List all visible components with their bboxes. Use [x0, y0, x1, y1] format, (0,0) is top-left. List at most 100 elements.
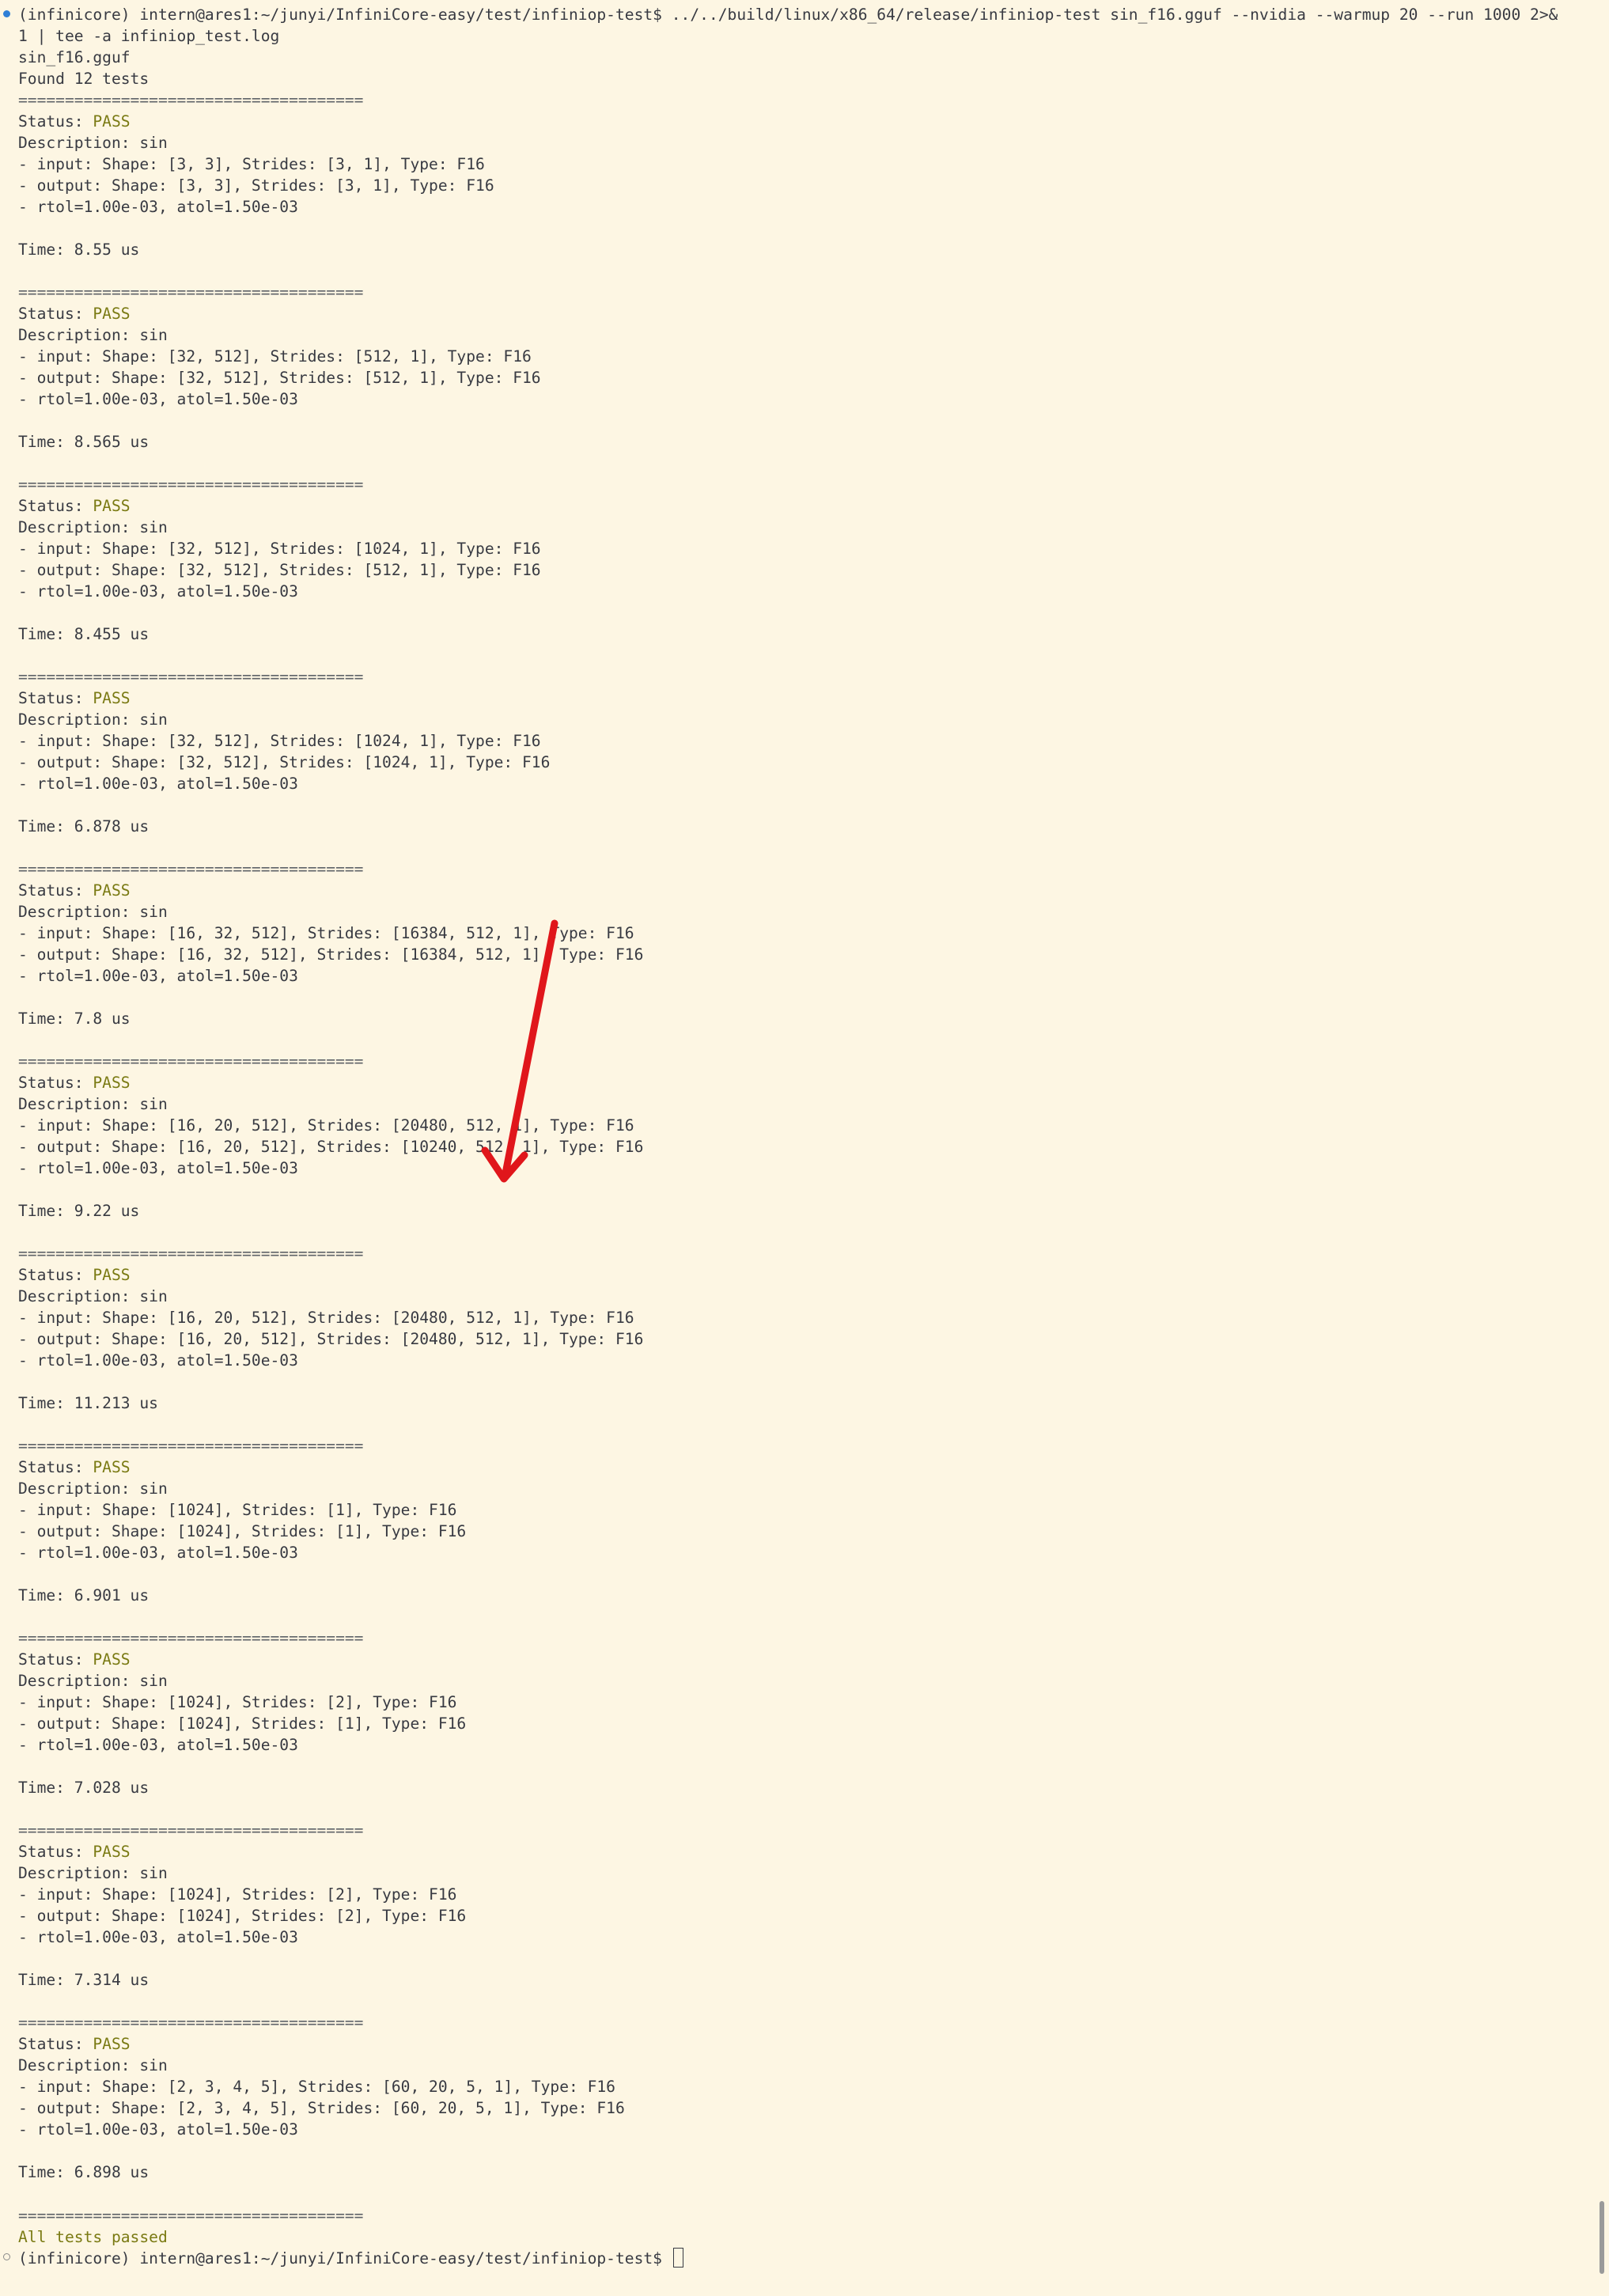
- test-tolerance: - rtol=1.00e-03, atol=1.50e-03: [18, 775, 298, 793]
- test-output-spec: - output: Shape: [16, 20, 512], Strides:…: [18, 1138, 644, 1156]
- test-separator: =====================================: [18, 1629, 364, 1647]
- test-tolerance: - rtol=1.00e-03, atol=1.50e-03: [18, 967, 298, 985]
- test-tolerance: - rtol=1.00e-03, atol=1.50e-03: [18, 1351, 298, 1370]
- test-tolerance: - rtol=1.00e-03, atol=1.50e-03: [18, 390, 298, 408]
- test-input-spec: - input: Shape: [3, 3], Strides: [3, 1],…: [18, 155, 485, 173]
- status-label: Status:: [18, 881, 93, 900]
- test-separator: =====================================: [18, 860, 364, 878]
- test-input-spec: - input: Shape: [16, 20, 512], Strides: …: [18, 1116, 634, 1135]
- test-separator: =====================================: [18, 1052, 364, 1070]
- command-text: ../../build/linux/x86_64/release/infinio…: [671, 6, 1558, 24]
- test-status: Status: PASS: [18, 1264, 131, 1286]
- status-badge: PASS: [93, 1266, 131, 1284]
- test-time: Time: 7.028 us: [18, 1779, 150, 1797]
- test-input-spec: - input: Shape: [1024], Strides: [1], Ty…: [18, 1501, 457, 1519]
- status-badge: PASS: [93, 1843, 131, 1861]
- test-tolerance: - rtol=1.00e-03, atol=1.50e-03: [18, 1544, 298, 1562]
- test-description: Description: sin: [18, 1095, 168, 1113]
- status-badge: PASS: [93, 1650, 131, 1669]
- test-time: Time: 6.878 us: [18, 817, 150, 835]
- test-output-spec: - output: Shape: [32, 512], Strides: [10…: [18, 753, 551, 771]
- status-badge: PASS: [93, 881, 131, 900]
- test-separator: =====================================: [18, 1821, 364, 1839]
- test-separator: =====================================: [18, 668, 364, 686]
- found-tests-line: Found 12 tests: [18, 70, 150, 88]
- test-tolerance: - rtol=1.00e-03, atol=1.50e-03: [18, 1159, 298, 1177]
- test-description: Description: sin: [18, 1864, 168, 1882]
- test-time: Time: 11.213 us: [18, 1394, 158, 1412]
- test-output-spec: - output: Shape: [1024], Strides: [2], T…: [18, 1907, 467, 1925]
- final-separator: =====================================: [18, 2207, 364, 2225]
- status-label: Status:: [18, 1074, 93, 1092]
- test-output-spec: - output: Shape: [3, 3], Strides: [3, 1]…: [18, 176, 494, 195]
- status-label: Status:: [18, 1650, 93, 1669]
- test-separator: =====================================: [18, 1245, 364, 1263]
- test-time: Time: 8.455 us: [18, 625, 150, 643]
- test-description: Description: sin: [18, 134, 168, 152]
- command-continuation: 1 | tee -a infiniop_test.log: [18, 27, 280, 45]
- test-description: Description: sin: [18, 326, 168, 344]
- test-separator: =====================================: [18, 283, 364, 301]
- prompt-env: (infinicore): [18, 6, 131, 24]
- prompt-user-host-path: intern@ares1:~/junyi/InfiniCore-easy/tes…: [139, 2249, 662, 2268]
- test-separator: =====================================: [18, 1437, 364, 1455]
- test-separator: =====================================: [18, 2014, 364, 2032]
- test-status: Status: PASS: [18, 1457, 131, 1478]
- status-label: Status:: [18, 305, 93, 323]
- command-line: (infinicore) intern@ares1:~/junyi/Infini…: [18, 4, 1558, 25]
- test-input-spec: - input: Shape: [1024], Strides: [2], Ty…: [18, 1885, 457, 1904]
- text-cursor: [672, 2248, 683, 2268]
- prompt-idle-dot: [3, 2253, 10, 2260]
- test-description: Description: sin: [18, 903, 168, 921]
- test-status: Status: PASS: [18, 880, 131, 901]
- test-time: Time: 6.901 us: [18, 1586, 150, 1605]
- test-input-spec: - input: Shape: [32, 512], Strides: [512…: [18, 347, 532, 366]
- test-status: Status: PASS: [18, 1649, 131, 1670]
- test-output-spec: - output: Shape: [16, 32, 512], Strides:…: [18, 945, 644, 964]
- test-status: Status: PASS: [18, 495, 131, 517]
- test-input-spec: - input: Shape: [16, 20, 512], Strides: …: [18, 1309, 634, 1327]
- test-input-spec: - input: Shape: [16, 32, 512], Strides: …: [18, 924, 634, 942]
- status-badge: PASS: [93, 1074, 131, 1092]
- file-line: sin_f16.gguf: [18, 48, 131, 66]
- status-label: Status:: [18, 1843, 93, 1861]
- test-output-spec: - output: Shape: [2, 3, 4, 5], Strides: …: [18, 2099, 625, 2117]
- test-input-spec: - input: Shape: [1024], Strides: [2], Ty…: [18, 1693, 457, 1711]
- test-separator: =====================================: [18, 475, 364, 494]
- status-badge: PASS: [93, 1458, 131, 1476]
- test-time: Time: 7.314 us: [18, 1971, 150, 1989]
- test-output-spec: - output: Shape: [32, 512], Strides: [51…: [18, 369, 541, 387]
- test-tolerance: - rtol=1.00e-03, atol=1.50e-03: [18, 2120, 298, 2139]
- test-description: Description: sin: [18, 518, 168, 536]
- test-output-spec: - output: Shape: [1024], Strides: [1], T…: [18, 1522, 467, 1540]
- status-label: Status:: [18, 689, 93, 707]
- status-label: Status:: [18, 497, 93, 515]
- prompt-env: (infinicore): [18, 2249, 131, 2268]
- test-status: Status: PASS: [18, 303, 131, 324]
- test-description: Description: sin: [18, 1672, 168, 1690]
- terminal-output[interactable]: (infinicore) intern@ares1:~/junyi/Infini…: [0, 0, 1590, 2296]
- test-output-spec: - output: Shape: [1024], Strides: [1], T…: [18, 1714, 467, 1733]
- test-description: Description: sin: [18, 2056, 168, 2074]
- test-status: Status: PASS: [18, 1072, 131, 1093]
- status-badge: PASS: [93, 112, 131, 131]
- test-output-spec: - output: Shape: [32, 512], Strides: [51…: [18, 561, 541, 579]
- test-tolerance: - rtol=1.00e-03, atol=1.50e-03: [18, 1928, 298, 1946]
- vertical-scrollbar[interactable]: [1600, 2201, 1604, 2274]
- test-input-spec: - input: Shape: [32, 512], Strides: [102…: [18, 732, 541, 750]
- test-description: Description: sin: [18, 710, 168, 729]
- test-output-spec: - output: Shape: [16, 20, 512], Strides:…: [18, 1330, 644, 1348]
- test-tolerance: - rtol=1.00e-03, atol=1.50e-03: [18, 198, 298, 216]
- status-label: Status:: [18, 1458, 93, 1476]
- final-prompt[interactable]: (infinicore) intern@ares1:~/junyi/Infini…: [18, 2248, 683, 2269]
- test-input-spec: - input: Shape: [32, 512], Strides: [102…: [18, 540, 541, 558]
- test-status: Status: PASS: [18, 111, 131, 132]
- test-status: Status: PASS: [18, 2033, 131, 2055]
- status-badge: PASS: [93, 497, 131, 515]
- test-description: Description: sin: [18, 1480, 168, 1498]
- test-input-spec: - input: Shape: [2, 3, 4, 5], Strides: […: [18, 2078, 615, 2096]
- test-status: Status: PASS: [18, 1841, 131, 1862]
- all-tests-passed-message: All tests passed: [18, 2228, 168, 2246]
- command-status-dot: [3, 10, 10, 17]
- status-badge: PASS: [93, 689, 131, 707]
